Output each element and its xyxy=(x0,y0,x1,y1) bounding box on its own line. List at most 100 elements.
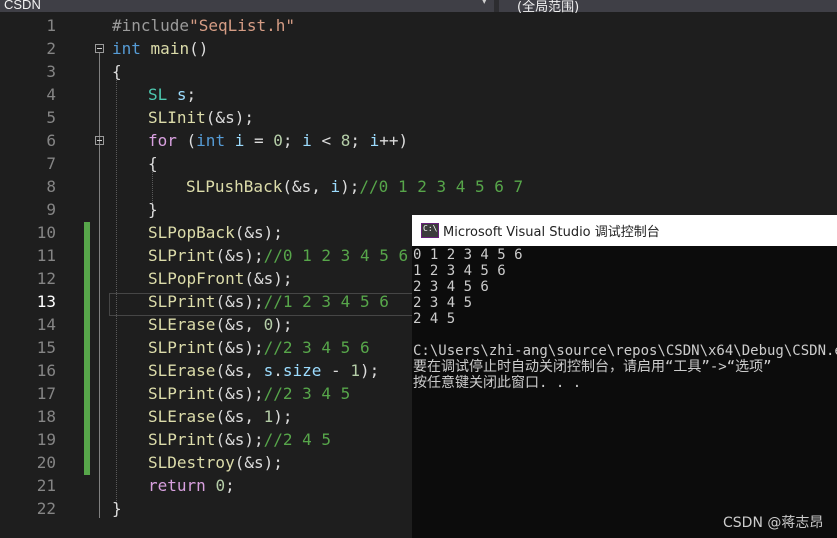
token: 1 xyxy=(350,361,360,380)
token: (&s); xyxy=(205,108,254,127)
token: SLErase xyxy=(148,407,216,426)
code-line[interactable]: { xyxy=(148,152,158,175)
code-line[interactable]: SLPrint(&s);//2 3 4 5 6 xyxy=(148,336,370,359)
debug-console-window[interactable]: Microsoft Visual Studio 调试控制台 0 1 2 3 4 … xyxy=(412,215,837,538)
token: s xyxy=(263,361,274,380)
collapse-toggle-icon[interactable] xyxy=(95,44,104,53)
token: i xyxy=(302,131,312,150)
code-line[interactable]: SLErase(&s, s.size - 1); xyxy=(148,359,379,382)
token: (&s); xyxy=(215,292,264,311)
code-line[interactable]: } xyxy=(148,198,158,221)
token: SLErase xyxy=(148,361,216,380)
token: //0 1 2 3 4 5 6 7 xyxy=(359,177,524,196)
line-number: 7 xyxy=(46,154,56,173)
code-line[interactable]: SLPushBack(&s, i);//0 1 2 3 4 5 6 7 xyxy=(186,175,523,198)
console-title: Microsoft Visual Studio 调试控制台 xyxy=(443,225,660,240)
token: return xyxy=(148,476,206,495)
token: SLPushBack xyxy=(186,177,283,196)
token: () xyxy=(189,39,209,58)
code-line[interactable]: #include"SeqList.h" xyxy=(112,14,295,37)
code-line[interactable]: SLPopBack(&s); xyxy=(148,221,283,244)
line-number: 6 xyxy=(46,131,56,150)
console-title-bar[interactable]: Microsoft Visual Studio 调试控制台 xyxy=(412,215,837,246)
line-number: 11 xyxy=(36,246,56,265)
token: ++) xyxy=(379,131,409,150)
line-number: 2 xyxy=(46,39,56,58)
token: SLPrint xyxy=(148,384,216,403)
token: 0 xyxy=(273,131,283,150)
token: } xyxy=(112,499,122,518)
token: SLDestroy xyxy=(148,453,235,472)
token: } xyxy=(148,200,158,219)
code-line[interactable]: SLPrint(&s);//0 1 2 3 4 5 6 xyxy=(148,244,408,267)
code-line[interactable]: for (int i = 0; i < 8; i++) xyxy=(148,129,408,152)
code-line[interactable]: { xyxy=(112,60,122,83)
indent-guide xyxy=(116,72,117,517)
line-number: 19 xyxy=(36,430,56,449)
code-line[interactable]: SLErase(&s, 1); xyxy=(148,405,293,428)
chevron-down-icon[interactable]: ▾ xyxy=(482,0,487,7)
code-line[interactable]: SLPrint(&s);//1 2 3 4 5 6 xyxy=(148,290,389,313)
token: //2 3 4 5 6 xyxy=(263,338,370,357)
token: i xyxy=(234,131,245,150)
code-line[interactable]: SLInit(&s); xyxy=(148,106,254,129)
token: int xyxy=(196,131,226,150)
token: SLPopBack xyxy=(148,223,235,242)
code-line[interactable]: SLPopFront(&s); xyxy=(148,267,293,290)
token: SLErase xyxy=(148,315,216,334)
code-line[interactable]: SLPrint(&s);//2 3 4 5 xyxy=(148,382,350,405)
token: //2 4 5 xyxy=(263,430,332,449)
code-line[interactable]: } xyxy=(112,497,122,520)
token: #include xyxy=(112,16,190,35)
scope-dropdown[interactable]: (全局范围) xyxy=(499,0,837,15)
token: 0 xyxy=(215,476,226,495)
line-number: 1 xyxy=(46,16,56,35)
token: main xyxy=(150,39,190,58)
token: ; xyxy=(225,476,235,495)
line-number: 16 xyxy=(36,361,56,380)
code-line[interactable]: SLDestroy(&s); xyxy=(148,451,283,474)
token: ); xyxy=(359,361,380,380)
code-line[interactable]: SLPrint(&s);//2 4 5 xyxy=(148,428,331,451)
code-line[interactable]: SL s; xyxy=(148,83,196,106)
line-number: 20 xyxy=(36,453,56,472)
token: //1 2 3 4 5 6 xyxy=(263,292,389,311)
token: (&s, xyxy=(215,407,264,426)
watermark: CSDN @蒋志昂 xyxy=(723,515,824,531)
code-line[interactable]: return 0; xyxy=(148,474,235,497)
token: (&s, xyxy=(215,315,264,334)
navigation-bar: CSDN ▾ (全局范围) xyxy=(0,0,837,15)
collapse-toggle-icon[interactable] xyxy=(95,136,104,145)
token: { xyxy=(148,154,158,173)
token: ); xyxy=(273,315,293,334)
token: (&s); xyxy=(215,430,264,449)
code-line[interactable]: SLErase(&s, 0); xyxy=(148,313,293,336)
console-output-line: 2 4 5 xyxy=(413,311,456,327)
code-line[interactable]: int main() xyxy=(112,37,208,60)
project-dropdown[interactable]: CSDN ▾ xyxy=(0,0,494,12)
line-number: 3 xyxy=(46,62,56,81)
token: (&s); xyxy=(234,223,283,242)
token: //0 1 2 3 4 5 6 xyxy=(263,246,409,265)
line-number: 14 xyxy=(36,315,56,334)
line-number: 4 xyxy=(46,85,56,104)
token: SLPopFront xyxy=(148,269,245,288)
line-number: 17 xyxy=(36,384,56,403)
token: (&s, xyxy=(282,177,331,196)
change-indicator xyxy=(84,222,90,475)
token: (&s); xyxy=(215,246,264,265)
token: (&s); xyxy=(244,269,293,288)
token: ); xyxy=(340,177,360,196)
token: SLPrint xyxy=(148,338,216,357)
console-output-line: 0 1 2 3 4 5 6 xyxy=(413,247,523,263)
line-number: 15 xyxy=(36,338,56,357)
token: size xyxy=(282,361,322,380)
token: < xyxy=(311,131,341,150)
line-number-current: 13 xyxy=(36,292,56,311)
token: SLPrint xyxy=(148,246,216,265)
token: i xyxy=(369,131,380,150)
console-output-line: 按任意键关闭此窗口. . . xyxy=(413,375,582,391)
